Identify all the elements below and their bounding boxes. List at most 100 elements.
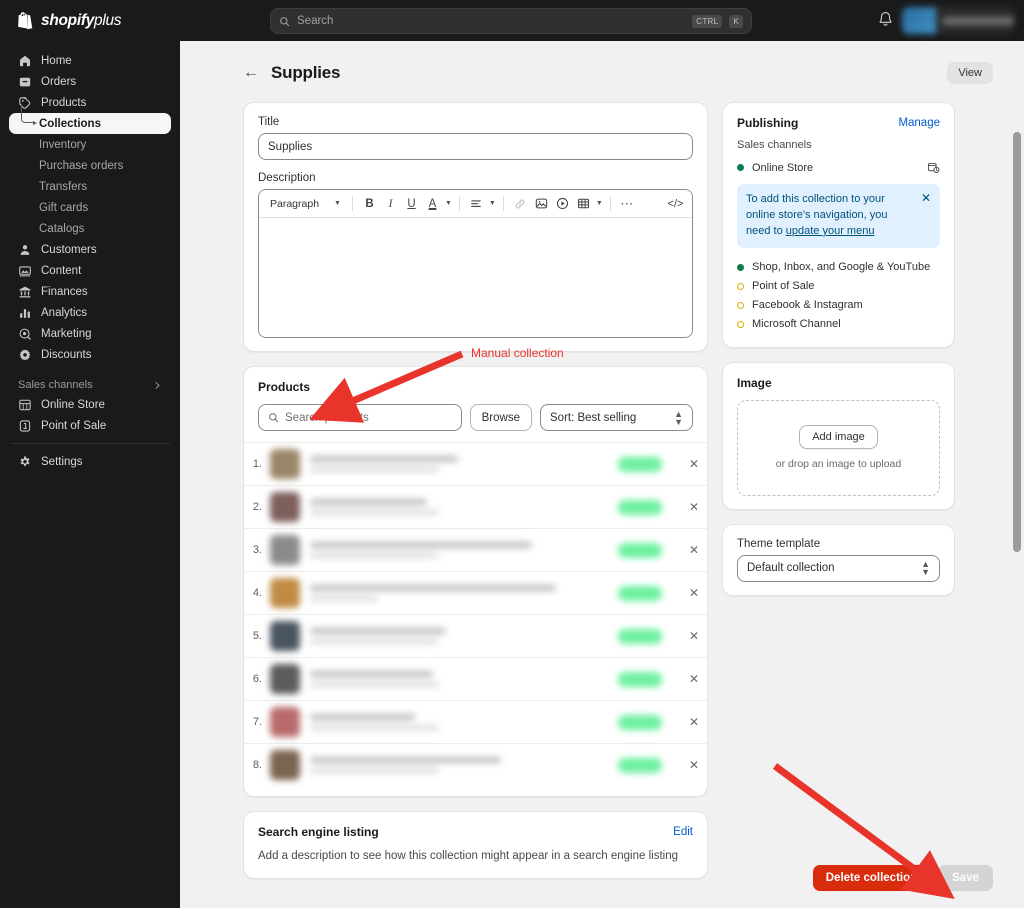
remove-x-icon[interactable]: ✕ — [684, 543, 704, 557]
drop-hint-text: or drop an image to upload — [775, 458, 902, 471]
underline-button[interactable]: U — [402, 194, 421, 213]
sidebar-item-inventory[interactable]: Inventory — [9, 134, 171, 155]
shopify-plus-logo[interactable]: shopifyplus — [18, 11, 122, 30]
theme-template-select[interactable]: Default collection ▲ ▼ — [737, 554, 940, 582]
align-button[interactable] — [467, 194, 486, 213]
title-input[interactable] — [258, 133, 693, 160]
status-dot-active — [737, 263, 744, 271]
sidebar-item-catalogs[interactable]: Catalogs — [9, 218, 171, 239]
view-button[interactable]: View — [947, 62, 993, 84]
sidebar-item-transfers[interactable]: Transfers — [9, 176, 171, 197]
scrollbar-track[interactable] — [1009, 82, 1024, 908]
remove-x-icon[interactable]: ✕ — [684, 629, 704, 643]
italic-button[interactable]: I — [381, 194, 400, 213]
insert-table-button[interactable] — [574, 194, 593, 213]
insert-link-button[interactable] — [511, 194, 530, 213]
paragraph-style-select[interactable]: Paragraph ▼ — [266, 196, 345, 212]
product-search-input[interactable]: Search products — [258, 404, 462, 431]
content-icon — [19, 265, 31, 276]
channel-online-store[interactable]: Online Store — [737, 158, 940, 177]
image-dropzone[interactable]: Add image or drop an image to upload — [737, 399, 940, 496]
kbd-k: K — [729, 14, 743, 28]
update-menu-link[interactable]: update your menu — [786, 225, 875, 237]
kbd-ctrl: CTRL — [692, 14, 723, 28]
channel-shop-inbox-google-youtube[interactable]: Shop, Inbox, and Google & YouTube — [737, 258, 940, 277]
publishing-manage-link[interactable]: Manage — [898, 117, 940, 129]
chevron-down-icon[interactable]: ▼ — [489, 200, 496, 207]
notifications-button[interactable] — [878, 11, 893, 32]
remove-x-icon[interactable]: ✕ — [684, 457, 704, 471]
product-thumbnail — [270, 750, 300, 780]
table-row[interactable]: 4. ✕ — [244, 571, 707, 614]
seo-edit-link[interactable]: Edit — [673, 826, 693, 838]
seo-title: Search engine listing — [258, 825, 379, 839]
table-row[interactable]: 6. ✕ — [244, 657, 707, 700]
sidebar-item-content[interactable]: Content — [9, 260, 171, 281]
settings-gear-icon — [20, 456, 30, 466]
schedule-calendar-icon[interactable] — [927, 161, 940, 174]
table-row[interactable]: 2. ✕ — [244, 485, 707, 528]
delete-collection-button[interactable]: Delete collection — [812, 865, 931, 891]
sidebar-item-collections[interactable]: Collections — [9, 104, 171, 134]
close-x-icon[interactable]: ✕ — [921, 192, 931, 204]
sidebar-item-label: Customers — [41, 243, 97, 256]
remove-x-icon[interactable]: ✕ — [684, 500, 704, 514]
bold-button[interactable]: B — [360, 194, 379, 213]
channel-label: Point of Sale — [752, 280, 815, 293]
insert-video-button[interactable] — [553, 194, 572, 213]
back-arrow-icon[interactable]: ← — [243, 65, 259, 81]
description-textarea[interactable] — [259, 218, 692, 337]
product-thumbnail — [270, 578, 300, 608]
sort-select[interactable]: Sort: Best selling ▲ ▼ — [540, 404, 693, 431]
insert-image-button[interactable] — [532, 194, 551, 213]
sidebar-item-home[interactable]: Home — [9, 50, 171, 71]
remove-x-icon[interactable]: ✕ — [684, 672, 704, 686]
sidebar-item-finances[interactable]: Finances — [9, 281, 171, 302]
table-row[interactable]: 1. ✕ — [244, 442, 707, 485]
seo-header: Search engine listing Edit — [258, 825, 693, 839]
account-menu-button[interactable] — [902, 7, 1014, 34]
code-view-button[interactable]: </> — [666, 194, 685, 213]
sidebar-item-label: Online Store — [41, 398, 105, 411]
chevron-down-icon[interactable]: ▼ — [445, 200, 452, 207]
theme-template-card: Theme template Default collection ▲ ▼ — [722, 523, 955, 596]
search-icon — [280, 16, 290, 26]
text-color-button[interactable]: A — [423, 194, 442, 213]
channel-point-of-sale[interactable]: Point of Sale — [737, 277, 940, 296]
top-bar: shopifyplus Search CTRL K — [0, 0, 1024, 41]
table-row[interactable]: 8. ✕ — [244, 743, 707, 786]
sidebar-item-online-store[interactable]: Online Store — [9, 394, 171, 415]
sidebar-item-customers[interactable]: Customers — [9, 239, 171, 260]
toolbar-divider — [502, 196, 504, 211]
remove-x-icon[interactable]: ✕ — [684, 758, 704, 772]
global-search-bar[interactable]: Search CTRL K — [270, 8, 752, 34]
sidebar-item-marketing[interactable]: Marketing — [9, 323, 171, 344]
table-row[interactable]: 3. ✕ — [244, 528, 707, 571]
product-title-redacted — [310, 757, 618, 773]
browse-button[interactable]: Browse — [469, 404, 532, 431]
channel-label: Shop, Inbox, and Google & YouTube — [752, 261, 931, 274]
sidebar-item-settings[interactable]: Settings — [9, 451, 171, 472]
publishing-card: Publishing Manage Sales channels Online … — [722, 102, 955, 348]
chevron-down-icon[interactable]: ▼ — [596, 200, 603, 207]
sidebar-item-products[interactable]: Products — [9, 92, 171, 113]
sidebar-section-sales-channels[interactable]: Sales channels — [18, 379, 162, 391]
scrollbar-thumb[interactable] — [1013, 132, 1021, 552]
remove-x-icon[interactable]: ✕ — [684, 586, 704, 600]
sidebar-item-purchase-orders[interactable]: Purchase orders — [9, 155, 171, 176]
sidebar-item-analytics[interactable]: Analytics — [9, 302, 171, 323]
channel-facebook-instagram[interactable]: Facebook & Instagram — [737, 296, 940, 315]
more-options-button[interactable]: ⋯ — [618, 194, 637, 213]
editor-toolbar: Paragraph ▼ B I U A ▼ ▼ ▼ ⋯ </> — [259, 190, 692, 218]
sidebar-item-discounts[interactable]: Discounts — [9, 344, 171, 365]
remove-x-icon[interactable]: ✕ — [684, 715, 704, 729]
paragraph-style-label: Paragraph — [270, 197, 320, 210]
sidebar-item-point-of-sale[interactable]: Point of Sale — [9, 415, 171, 436]
sidebar-item-orders[interactable]: Orders — [9, 71, 171, 92]
channel-microsoft[interactable]: Microsoft Channel — [737, 315, 940, 334]
add-image-button[interactable]: Add image — [799, 425, 878, 450]
product-title-redacted — [310, 542, 618, 558]
sidebar-item-gift-cards[interactable]: Gift cards — [9, 197, 171, 218]
table-row[interactable]: 5. ✕ — [244, 614, 707, 657]
table-row[interactable]: 7. ✕ — [244, 700, 707, 743]
